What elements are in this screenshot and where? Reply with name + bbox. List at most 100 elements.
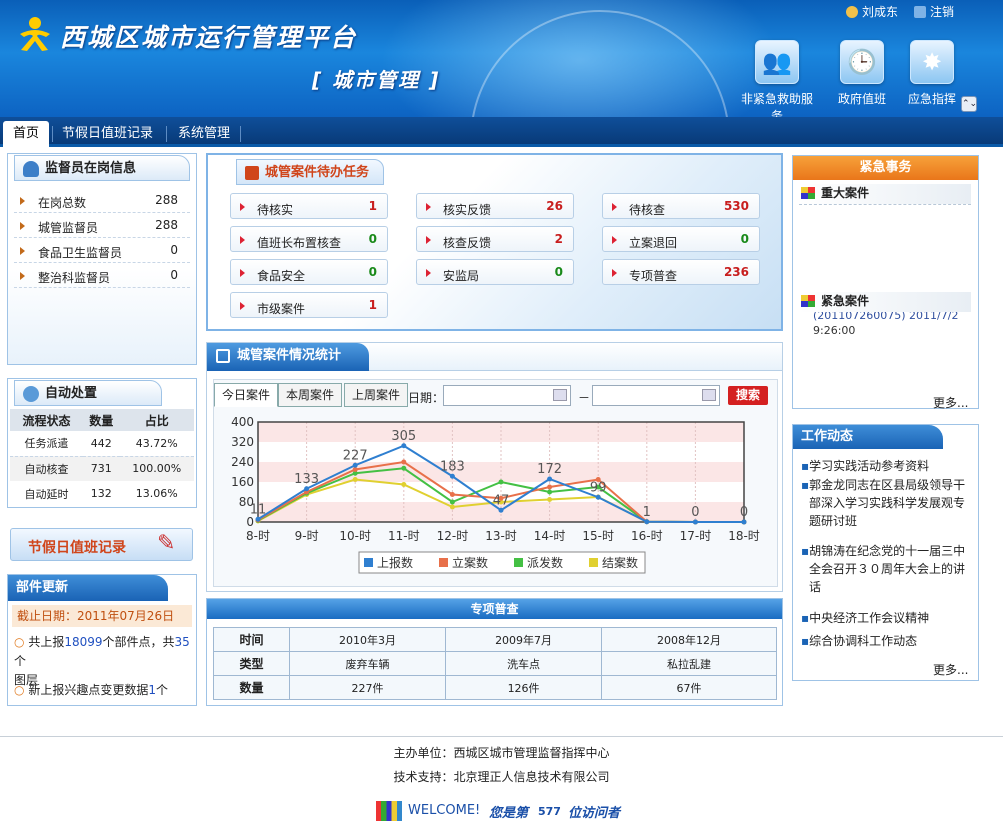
row-header: 时间 [213,627,290,652]
cell: 任务派遣 [24,437,69,451]
text: 共上报 [28,635,65,649]
emergency-command-button[interactable]: ✸ 应急指挥 [892,40,972,107]
date-end-input[interactable] [592,385,720,406]
text: 新上报兴趣点变更数据 [28,683,149,697]
survey-panel: 专项普查 时间 2010年3月 2009年7月 2008年12月 类型 废弃车辆 洗车点私… [206,598,783,706]
alert-star-icon: ✸ [910,40,954,84]
x-tick-label: 13-时 [485,529,517,543]
data-label: 0 [740,505,748,520]
circle-bullet-icon: ○ [14,635,25,649]
logout-link[interactable]: 注销 [914,3,954,20]
calendar-icon[interactable] [702,389,716,401]
list-value: 0 [170,243,178,257]
search-button[interactable]: 搜索 [728,386,768,405]
poi-count: 1 [148,683,156,697]
work-item-text: 综合协调科工作动态 [809,634,918,648]
holiday-duty-banner[interactable]: 节假日值班记录 ✎ [10,528,193,561]
logo-icon [18,16,52,52]
x-tick-label: 14-时 [534,529,566,543]
data-point [547,497,553,502]
list-item[interactable]: 食品卫生监督员 0 [14,238,190,263]
cell: 自动核查 [24,462,69,476]
list-value: 288 [155,218,178,232]
collapse-toggle-icon[interactable]: ⌃⌄ [961,96,977,112]
list-item[interactable]: ▪中央经济工作会议精神 [801,609,971,627]
task-item[interactable]: 立案退回 0 [602,226,760,252]
legend-swatch [364,558,373,567]
work-item-text: 学习实践活动参考资料 [809,459,930,473]
task-item[interactable]: 值班长布置核查 0 [230,226,388,252]
gov-duty-label: 政府值班 [837,92,886,106]
tab-this-week[interactable]: 本周案件 [278,383,343,407]
legend-label: 上报数 [377,555,413,570]
x-tick-label: 18-时 [728,529,760,543]
non-emergency-button[interactable]: 👥 非紧急救助服务 [737,40,817,124]
list-item[interactable]: 整治科监督员 0 [14,263,190,288]
data-point [595,494,601,500]
list-label: 整治科监督员 [38,271,111,285]
urgent-case-link[interactable]: (201107260075) 2011/7/2 [813,312,973,322]
data-point [401,482,407,487]
cell: 100.00% [132,462,182,476]
task-label: 市级案件 [257,302,306,316]
cell: 废弃车辆 [288,651,447,676]
major-case-header: 重大案件 [799,184,971,204]
task-item[interactable]: 待核实 1 [230,193,388,219]
task-item[interactable]: 安监局 0 [416,259,574,285]
data-point [449,473,455,479]
list-item[interactable]: ▪郭金龙同志在区县局级领导干部深入学习实践科学发展观专题研讨班 [801,476,971,530]
task-item[interactable]: 专项普查 236 [602,259,760,285]
tasks-title-text: 城管案件待办任务 [265,165,370,180]
task-item[interactable]: 市级案件 1 [230,292,388,318]
list-item[interactable]: 城管监督员 288 [14,213,190,238]
x-tick-label: 9-时 [295,529,319,543]
urgent-title: 紧急事务 [793,156,978,180]
list-item[interactable]: ▪综合协调科工作动态 [801,632,971,650]
data-label: 99 [590,480,607,495]
user-name: 刘成东 [862,5,899,19]
pencil-icon: ✎ [157,531,176,556]
tab-today[interactable]: 今日案件 [214,383,279,407]
calendar-icon[interactable] [553,389,567,401]
user-icon [846,6,858,18]
data-label: 47 [493,493,510,508]
user-link[interactable]: 刘成东 [846,3,898,20]
cell: 731 [90,462,112,476]
work-item-text: 郭金龙同志在区县局级领导干部深入学习实践科学发展观专题研讨班 [809,478,966,528]
x-tick-label: 10-时 [339,529,371,543]
data-label: 1 [643,505,651,520]
task-item[interactable]: 待核查 530 [602,193,760,219]
major-case-label: 重大案件 [821,186,870,200]
circle-bullet-icon: ○ [14,683,25,697]
data-point [449,492,455,497]
footer-divider [0,736,1003,737]
tab-home[interactable]: 首页 [3,121,50,147]
task-count: 26 [546,199,563,213]
list-item[interactable]: ▪学习实践活动参考资料 [801,457,971,475]
cell: 227件 [288,675,447,700]
task-item[interactable]: 食品安全 0 [230,259,388,285]
x-tick-label: 17-时 [680,529,712,543]
task-label: 专项普查 [629,269,678,283]
tab-last-week[interactable]: 上周案件 [344,383,409,407]
parts-line2: ○ 新上报兴趣点变更数据1个 [14,681,192,698]
list-item[interactable]: ▪胡锦涛在纪念党的十一届三中全会召开３０周年大会上的讲话 [801,542,971,596]
task-item[interactable]: 核查反馈 2 [416,226,574,252]
tab-system[interactable]: 系统管理 [168,121,240,147]
user-bar: 刘成东 注销 [846,3,954,20]
cell: 43.72% [135,436,178,450]
urgent-case-header: 紧急案件 [799,292,971,312]
task-label: 核实反馈 [443,203,492,217]
more-link[interactable]: 更多... [933,394,968,411]
data-point [741,519,747,525]
list-item[interactable]: 在岗总数 288 [14,188,190,213]
gov-duty-button[interactable]: 🕒 政府值班 [822,40,902,107]
more-link[interactable]: 更多... [933,661,968,678]
date-start-input[interactable] [443,385,571,406]
task-count: 0 [368,232,377,246]
y-tick-label: 240 [231,455,254,469]
task-count: 236 [723,265,749,279]
legend-label: 结案数 [602,555,638,570]
task-item[interactable]: 核实反馈 26 [416,193,574,219]
tab-holiday-duty[interactable]: 节假日值班记录 [52,121,163,147]
